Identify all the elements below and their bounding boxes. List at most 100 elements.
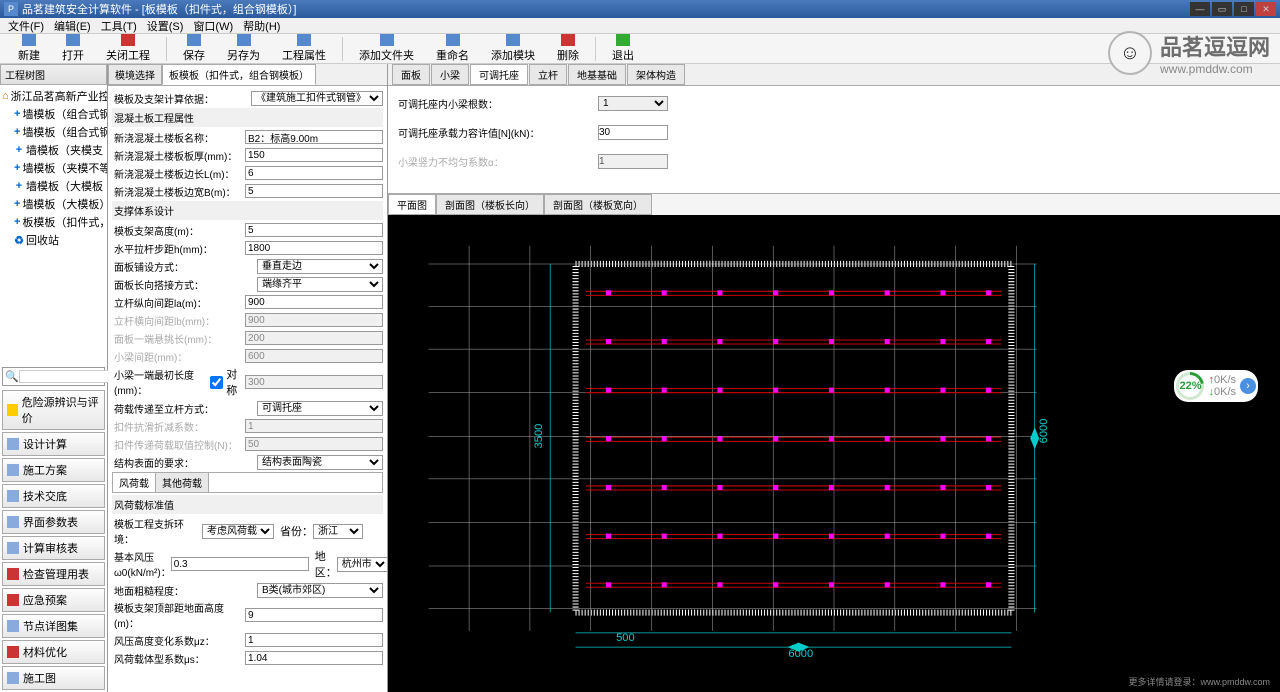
beam-spacing-label: 小梁间距(mm)： [112,349,245,364]
horizontal-step-label: 水平拉杆步距h(mm)： [112,241,245,256]
slab-length-input[interactable] [245,166,383,180]
other-load-tab[interactable]: 其他荷载 [156,473,209,492]
symmetric-checkbox[interactable] [210,376,223,389]
toolbar-add-module[interactable]: 添加模块 [481,32,545,65]
tree-root[interactable]: ⌂浙江品茗高新产业控 [2,87,105,105]
btn-tech-disclosure[interactable]: 技术交底 [2,484,105,508]
toolbar-open[interactable]: 打开 [52,32,94,65]
mid-tab-board[interactable]: 板模板（扣件式，组合钢模板） [162,64,316,85]
slab-name-input[interactable] [245,130,383,144]
saveas-icon [237,34,251,46]
tree-item[interactable]: +墙模板（组合式钢 [2,123,105,141]
table-icon [7,542,19,554]
basic-wind-input[interactable] [171,557,309,571]
progress-circle: 22% [1176,372,1204,400]
beam-spacing-input [245,349,383,363]
btn-node-detail[interactable]: 节点详图集 [2,614,105,638]
toolbar-saveas[interactable]: 另存为 [217,32,270,65]
network-progress-badge[interactable]: 22% ↑0K/s ↓0K/s › [1174,370,1258,402]
toolbar-save[interactable]: 保存 [173,32,215,65]
minimize-button[interactable]: — [1190,2,1210,16]
btn-design-calc[interactable]: 设计计算 [2,432,105,456]
mid-tab-env[interactable]: 模境选择 [108,64,162,85]
slab-width-input[interactable] [245,184,383,198]
seat-beam-count-select[interactable]: 1 [598,96,668,111]
toolbar-rename[interactable]: 重命名 [426,32,479,65]
tab-post[interactable]: 立杆 [529,64,567,85]
watermark: ☺ 品茗逗逗网 www.pmddw.com [1108,30,1270,76]
project-tree-tab[interactable]: 工程树图 [0,64,107,85]
panel-joint-label: 面板长向搭接方式： [112,277,257,292]
draw-tab-section-long[interactable]: 剖面图（楼板长向） [436,194,544,215]
expand-arrow-icon[interactable]: › [1240,378,1256,394]
tree-item[interactable]: +墙模板（夹模支 [2,141,105,159]
upload-speed: ↑0K/s [1208,374,1236,386]
btn-emergency-plan[interactable]: 应急预案 [2,588,105,612]
draw-tab-plan[interactable]: 平面图 [388,194,436,215]
province-select[interactable]: 浙江 [313,524,363,539]
project-tree[interactable]: ⌂浙江品茗高新产业控 +墙模板（组合式钢 +墙模板（组合式钢 +墙模板（夹模支 … [0,85,107,365]
seat-capacity-input[interactable] [598,125,668,140]
shape-coef-input[interactable] [245,651,383,665]
drawing-canvas[interactable]: 500 6000 3500 6000 [388,215,1280,692]
tree-item[interactable]: +墙模板（夹模不等 [2,159,105,177]
project-tree-panel: 工程树图 ⌂浙江品茗高新产业控 +墙模板（组合式钢 +墙模板（组合式钢 +墙模板… [0,64,108,692]
support-height-input[interactable] [245,223,383,237]
tab-foundation[interactable]: 地基基础 [568,64,626,85]
check-icon [7,568,19,580]
height-coef-input[interactable] [245,633,383,647]
slab-thickness-input[interactable] [245,148,383,162]
btn-inspection-table[interactable]: 检查管理用表 [2,562,105,586]
toolbar-proj-prop[interactable]: 工程属性 [272,32,336,65]
wind-env-select[interactable]: 考虑风荷载 [202,524,274,539]
shape-coef-label: 风荷载体型系数μs： [112,651,245,666]
toolbar-new[interactable]: 新建 [8,32,50,65]
plus-icon: + [14,217,20,227]
tree-item[interactable]: +墙模板（大模板） [2,195,105,213]
city-select[interactable]: 杭州市 [337,557,387,572]
tree-item-recycle[interactable]: ♻回收站 [2,231,105,249]
btn-construction-drawing[interactable]: 施工图 [2,666,105,690]
panel-layout-select[interactable]: 垂直走边 [257,259,383,274]
btn-calc-review[interactable]: 计算审核表 [2,536,105,560]
btn-material-opt[interactable]: 材料优化 [2,640,105,664]
restore-button[interactable]: ▭ [1212,2,1232,16]
toolbar-add-folder[interactable]: 添加文件夹 [349,32,424,65]
close-button[interactable]: ✕ [1256,2,1276,16]
footer-link[interactable]: 更多详情请登录：www.pmddw.com [1128,675,1270,688]
tree-item[interactable]: +墙模板（大模板 [2,177,105,195]
progress-speeds: ↑0K/s ↓0K/s [1208,374,1236,398]
terrain-select[interactable]: B类(城市郊区) [257,583,383,598]
tree-item[interactable]: +墙模板（组合式钢 [2,105,105,123]
maximize-button[interactable]: □ [1234,2,1254,16]
surface-req-select[interactable]: 结构表面陶瓷 [257,455,383,470]
toolbar-exit[interactable]: 退出 [602,32,644,65]
draw-tab-section-wide[interactable]: 剖面图（楼板宽向） [544,194,652,215]
horizontal-step-input[interactable] [245,241,383,255]
tree-item[interactable]: +板模板（扣件式， [2,213,105,231]
load-transfer-select[interactable]: 可调托座 [257,401,383,416]
wind-load-tab[interactable]: 风荷载 [113,473,156,492]
plus-icon: + [14,199,20,209]
toolbar-delete[interactable]: 删除 [547,32,589,65]
tab-adjustable-seat[interactable]: 可调托座 [470,64,528,85]
btn-param-table[interactable]: 界面参数表 [2,510,105,534]
post-long-spacing-input[interactable] [245,295,383,309]
post-trans-spacing-label: 立杆横向间距lb(mm)： [112,313,245,328]
tab-panel[interactable]: 面板 [392,64,430,85]
properties-icon [297,34,311,46]
tab-beam[interactable]: 小梁 [431,64,469,85]
coupler-load-input [245,437,383,451]
doc-icon [7,490,19,502]
toolbar-close-project[interactable]: 关闭工程 [96,32,160,65]
top-height-input[interactable] [245,608,383,622]
calc-basis-select[interactable]: 《建筑施工扣件式钢管》 [251,91,383,106]
tab-frame-construct[interactable]: 架体构造 [627,64,685,85]
panel-joint-select[interactable]: 端缘齐平 [257,277,383,292]
btn-hazard[interactable]: 危险源辨识与评价 [2,390,105,430]
title-bar: P 品茗建筑安全计算软件 - [板模板（扣件式，组合钢模板）] — ▭ □ ✕ [0,0,1280,18]
seat-beam-count-label: 可调托座内小梁根数： [398,96,598,111]
btn-construction-plan[interactable]: 施工方案 [2,458,105,482]
basic-wind-label: 基本风压ω0(kN/m²)： [112,549,171,579]
slab-name-label: 新浇混凝土楼板名称： [112,130,245,145]
